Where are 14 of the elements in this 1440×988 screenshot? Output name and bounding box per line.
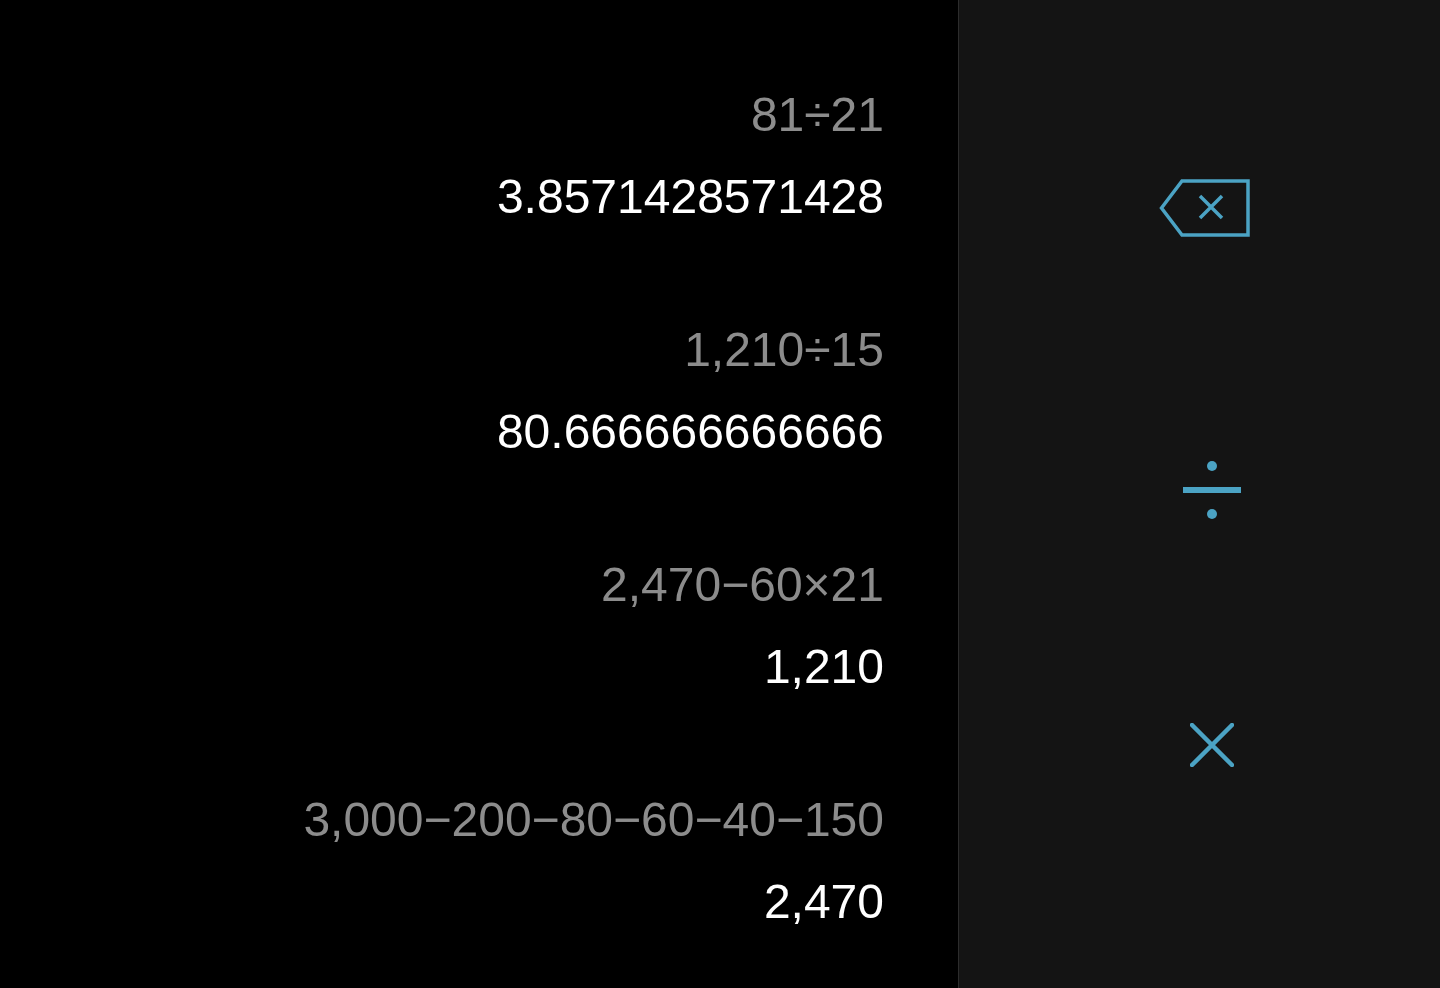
- result-text: 80.666666666666: [496, 404, 884, 460]
- backspace-icon: [1159, 179, 1250, 237]
- expression-text: 1,210÷15: [684, 322, 884, 378]
- divide-icon: [1183, 461, 1241, 519]
- expression-text: 81÷21: [750, 87, 884, 143]
- multiply-button[interactable]: [1190, 723, 1234, 767]
- result-text: 2,470: [763, 874, 884, 930]
- expression-text: 2,470−60×21: [601, 557, 884, 613]
- result-text: 1,210: [763, 639, 884, 695]
- multiply-icon: [1190, 723, 1234, 767]
- divide-button[interactable]: [1183, 461, 1241, 519]
- backspace-button[interactable]: [1159, 179, 1250, 237]
- expression-text: 3,000−200−80−60−40−150: [303, 792, 884, 848]
- result-text: 3.8571428571428: [496, 169, 884, 225]
